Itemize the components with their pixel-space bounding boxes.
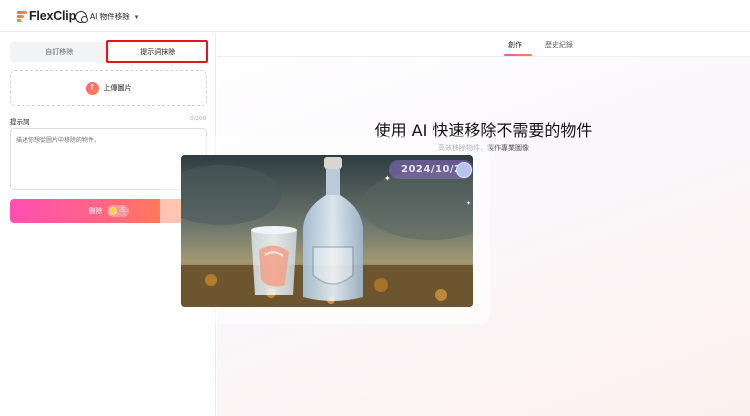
tool-selector[interactable]: AI 物件移除 ▾	[75, 9, 138, 24]
upload-arrow-icon: ↑	[85, 81, 99, 95]
tab-create[interactable]: 創作	[508, 40, 522, 50]
prompt-label: 提示詞	[10, 118, 30, 126]
chevron-down-icon: ▾	[134, 12, 139, 21]
sparkle-icon: ✦	[384, 174, 391, 183]
sparkle-icon: ✦	[466, 200, 472, 207]
prompt-char-count: 0/200	[190, 116, 206, 122]
upload-label: 上傳圖片	[103, 84, 132, 92]
tab-history[interactable]: 歷史紀錄	[545, 40, 573, 50]
tab-custom-remove[interactable]: 自訂移除	[10, 42, 109, 62]
coin-icon	[109, 207, 118, 215]
sparkle-icon: ✦	[470, 150, 476, 158]
top-bar: FlexClip AI 物件移除 ▾	[0, 0, 750, 32]
flexclip-logo-icon	[17, 10, 28, 23]
logo-text: FlexClip	[29, 9, 77, 23]
tab-prompt-erase[interactable]: 提示詞抹除	[108, 42, 207, 62]
credit-cost: -5	[119, 208, 125, 214]
date-stamp-marker	[456, 162, 472, 178]
mode-tabs: 自訂移除 提示詞抹除	[10, 42, 207, 62]
upload-image-button[interactable]: ↑ 上傳圖片	[10, 70, 207, 106]
active-tab-indicator	[504, 54, 532, 56]
credit-cost-badge: -5	[107, 205, 129, 217]
delete-label: 刪除	[88, 208, 103, 215]
main-tabs: 創作 歷史紀錄	[217, 33, 750, 57]
tool-name: AI 物件移除	[90, 12, 130, 21]
object-remove-icon	[75, 10, 88, 23]
flexclip-logo[interactable]: FlexClip	[17, 8, 76, 24]
